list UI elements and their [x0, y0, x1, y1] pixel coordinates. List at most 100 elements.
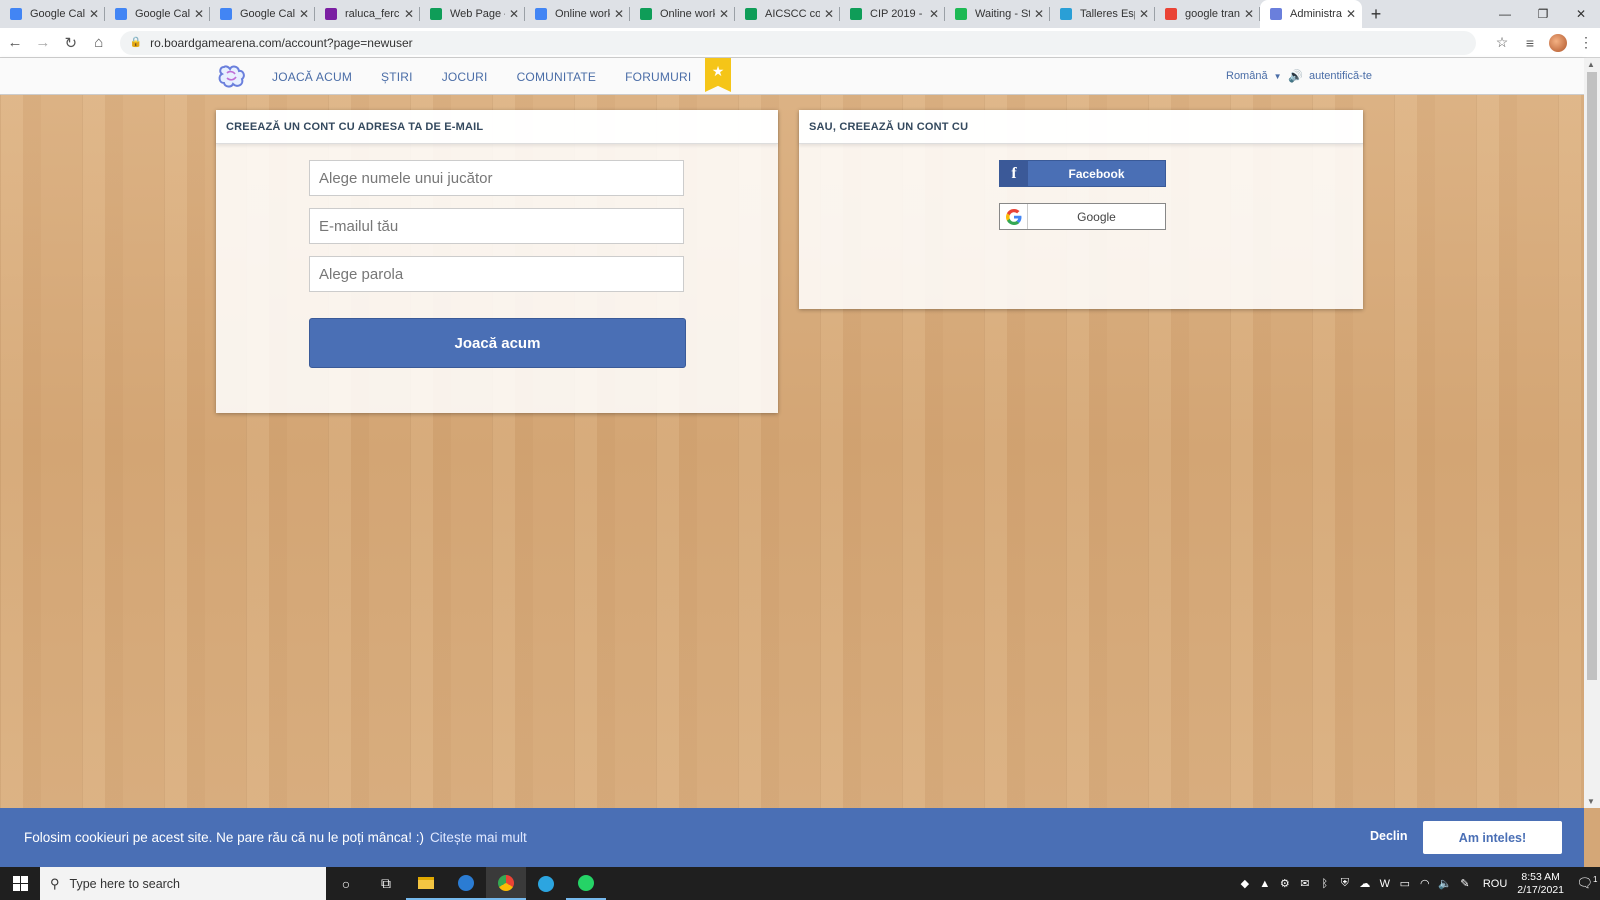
drive-tray-icon[interactable]: ▲ [1255, 878, 1275, 890]
whatsapp-icon[interactable] [566, 867, 606, 900]
task-view-icon[interactable]: ⧉ [366, 867, 406, 900]
url-field[interactable]: 🔒 ro.boardgamearena.com/account?page=new… [119, 30, 1476, 55]
lock-icon: 🔒 [129, 37, 143, 48]
bookmark-star-icon[interactable]: ☆ [1488, 34, 1516, 51]
tab-title: Waiting - Sti [975, 8, 1030, 20]
speaker-icon[interactable]: 🔊 [1288, 69, 1303, 83]
scroll-down-icon[interactable]: ▼ [1587, 797, 1595, 806]
login-label: autentifică-te [1308, 70, 1372, 82]
telegram-icon[interactable] [526, 867, 566, 900]
input-language[interactable]: ROU [1483, 878, 1507, 890]
google-signup-button[interactable]: Google [999, 203, 1166, 230]
menu-dots-icon[interactable]: ⋮ [1572, 34, 1600, 51]
close-tab-icon[interactable]: ✕ [1346, 7, 1356, 21]
tab-favicon-icon [745, 8, 757, 20]
browser-tab[interactable]: Waiting - Sti ✕ [945, 0, 1050, 28]
system-tray: ◆ ▲ ⚙ ✉ ᛒ ⛨ ☁ W ▭ ◠ 🔈 ✎ ROU 8:53 AM 2/17… [1235, 867, 1600, 900]
back-icon[interactable]: ← [2, 34, 28, 51]
close-tab-icon[interactable]: ✕ [929, 7, 939, 21]
browser-tab[interactable]: Online work ✕ [525, 0, 630, 28]
volume-icon[interactable]: 🔈 [1435, 877, 1455, 890]
menu-item[interactable]: JOACĂ ACUM [272, 70, 352, 84]
menu-item[interactable]: COMUNITATE [517, 70, 597, 84]
language-selector[interactable]: Română ▼ [1226, 70, 1282, 82]
close-tab-icon[interactable]: ✕ [824, 7, 834, 21]
browser-tab[interactable]: Online work ✕ [630, 0, 735, 28]
close-window-icon[interactable]: ✕ [1562, 0, 1600, 28]
cookie-read-more-link[interactable]: Citește mai mult [430, 830, 527, 845]
tab-title: raluca_ferch [345, 8, 400, 20]
browser-tab[interactable]: Web Page – ✕ [420, 0, 525, 28]
close-tab-icon[interactable]: ✕ [89, 7, 99, 21]
word-icon[interactable]: W [1375, 878, 1395, 890]
tab-favicon-icon [10, 8, 22, 20]
browser-tab[interactable]: Talleres Espa ✕ [1050, 0, 1155, 28]
password-input[interactable] [309, 256, 684, 292]
cookie-accept-button[interactable]: Am inteles! [1423, 821, 1562, 854]
email-signup-heading: CREEAZĂ UN CONT CU ADRESA TA DE E-MAIL [216, 110, 778, 144]
browser-tab[interactable]: Google Cale ✕ [210, 0, 315, 28]
gear-icon[interactable]: ⚙ [1275, 877, 1295, 890]
media-queue-icon[interactable]: ≡ [1516, 35, 1544, 51]
close-tab-icon[interactable]: ✕ [719, 7, 729, 21]
close-tab-icon[interactable]: ✕ [1034, 7, 1044, 21]
menu-item[interactable]: JOCURI [442, 70, 488, 84]
close-tab-icon[interactable]: ✕ [614, 7, 624, 21]
close-tab-icon[interactable]: ✕ [299, 7, 309, 21]
page-scrollbar[interactable]: ▲ ▼ [1584, 58, 1600, 808]
minimize-icon[interactable]: — [1486, 0, 1524, 28]
taskbar-search-box[interactable]: ⚲ Type here to search [40, 867, 326, 900]
close-tab-icon[interactable]: ✕ [509, 7, 519, 21]
close-tab-icon[interactable]: ✕ [404, 7, 414, 21]
restore-icon[interactable]: ❐ [1524, 0, 1562, 28]
browser-tab[interactable]: raluca_ferch ✕ [315, 0, 420, 28]
toolbar-right: ☆ ≡ ⋮ [1488, 33, 1600, 52]
play-now-button[interactable]: Joacă acum [309, 318, 686, 368]
social-signup-panel: SAU, CREEAZĂ UN CONT CU f Facebook Googl… [799, 110, 1363, 309]
browser-tab-strip: Google Cale✕Google Cale✕Google Cale✕ralu… [0, 0, 1600, 28]
browser-tab[interactable]: google trans ✕ [1155, 0, 1260, 28]
new-tab-button[interactable]: + [1362, 0, 1390, 28]
battery-icon[interactable]: ▭ [1395, 877, 1415, 890]
facebook-signup-button[interactable]: f Facebook [999, 160, 1166, 187]
facebook-icon: f [1000, 161, 1028, 186]
close-tab-icon[interactable]: ✕ [1244, 7, 1254, 21]
window-controls: — ❐ ✕ [1486, 0, 1600, 28]
browser-tab[interactable]: AICSCC cont ✕ [735, 0, 840, 28]
browser-tab[interactable]: CIP 2019 - F ✕ [840, 0, 945, 28]
windows-start-icon[interactable] [0, 867, 40, 900]
edge-icon[interactable] [446, 867, 486, 900]
browser-tab[interactable]: Google Cale ✕ [0, 0, 105, 28]
scrollbar-thumb[interactable] [1587, 72, 1597, 680]
clock[interactable]: 8:53 AM 2/17/2021 [1517, 871, 1564, 897]
close-tab-icon[interactable]: ✕ [194, 7, 204, 21]
browser-tab[interactable]: Administrar ✕ [1260, 0, 1362, 28]
menu-item[interactable]: FORUMURI [625, 70, 691, 84]
bluetooth-icon[interactable]: ᛒ [1315, 878, 1335, 890]
mail-icon[interactable]: ✉ [1295, 877, 1315, 890]
home-icon[interactable]: ⌂ [86, 34, 112, 51]
tab-favicon-icon [325, 8, 337, 20]
cortana-icon[interactable]: ○ [326, 867, 366, 900]
browser-tab[interactable]: Google Cale ✕ [105, 0, 210, 28]
pen-icon[interactable]: ✎ [1455, 877, 1475, 890]
cookie-decline-button[interactable]: Declin [1370, 829, 1408, 843]
shield-icon[interactable]: ⛨ [1335, 877, 1355, 890]
scroll-up-icon[interactable]: ▲ [1587, 60, 1595, 69]
login-link[interactable]: 🔊 autentifică-te [1288, 69, 1372, 83]
notification-icon[interactable]: 🗨1 [1574, 875, 1600, 891]
bga-logo-icon[interactable] [216, 61, 246, 91]
player-name-input[interactable] [309, 160, 684, 196]
file-explorer-icon[interactable] [406, 867, 446, 900]
wifi-icon[interactable]: ◠ [1415, 877, 1435, 890]
telegram-tray-icon[interactable]: ◆ [1235, 877, 1255, 890]
cloud-icon[interactable]: ☁ [1355, 877, 1375, 890]
chrome-icon[interactable] [486, 867, 526, 900]
reload-icon[interactable]: ↻ [58, 34, 84, 52]
email-input[interactable] [309, 208, 684, 244]
profile-avatar[interactable] [1548, 33, 1567, 52]
tab-title: Talleres Espa [1080, 8, 1135, 20]
forward-icon[interactable]: → [30, 34, 56, 51]
close-tab-icon[interactable]: ✕ [1139, 7, 1149, 21]
menu-item[interactable]: ȘTIRI [381, 70, 413, 84]
